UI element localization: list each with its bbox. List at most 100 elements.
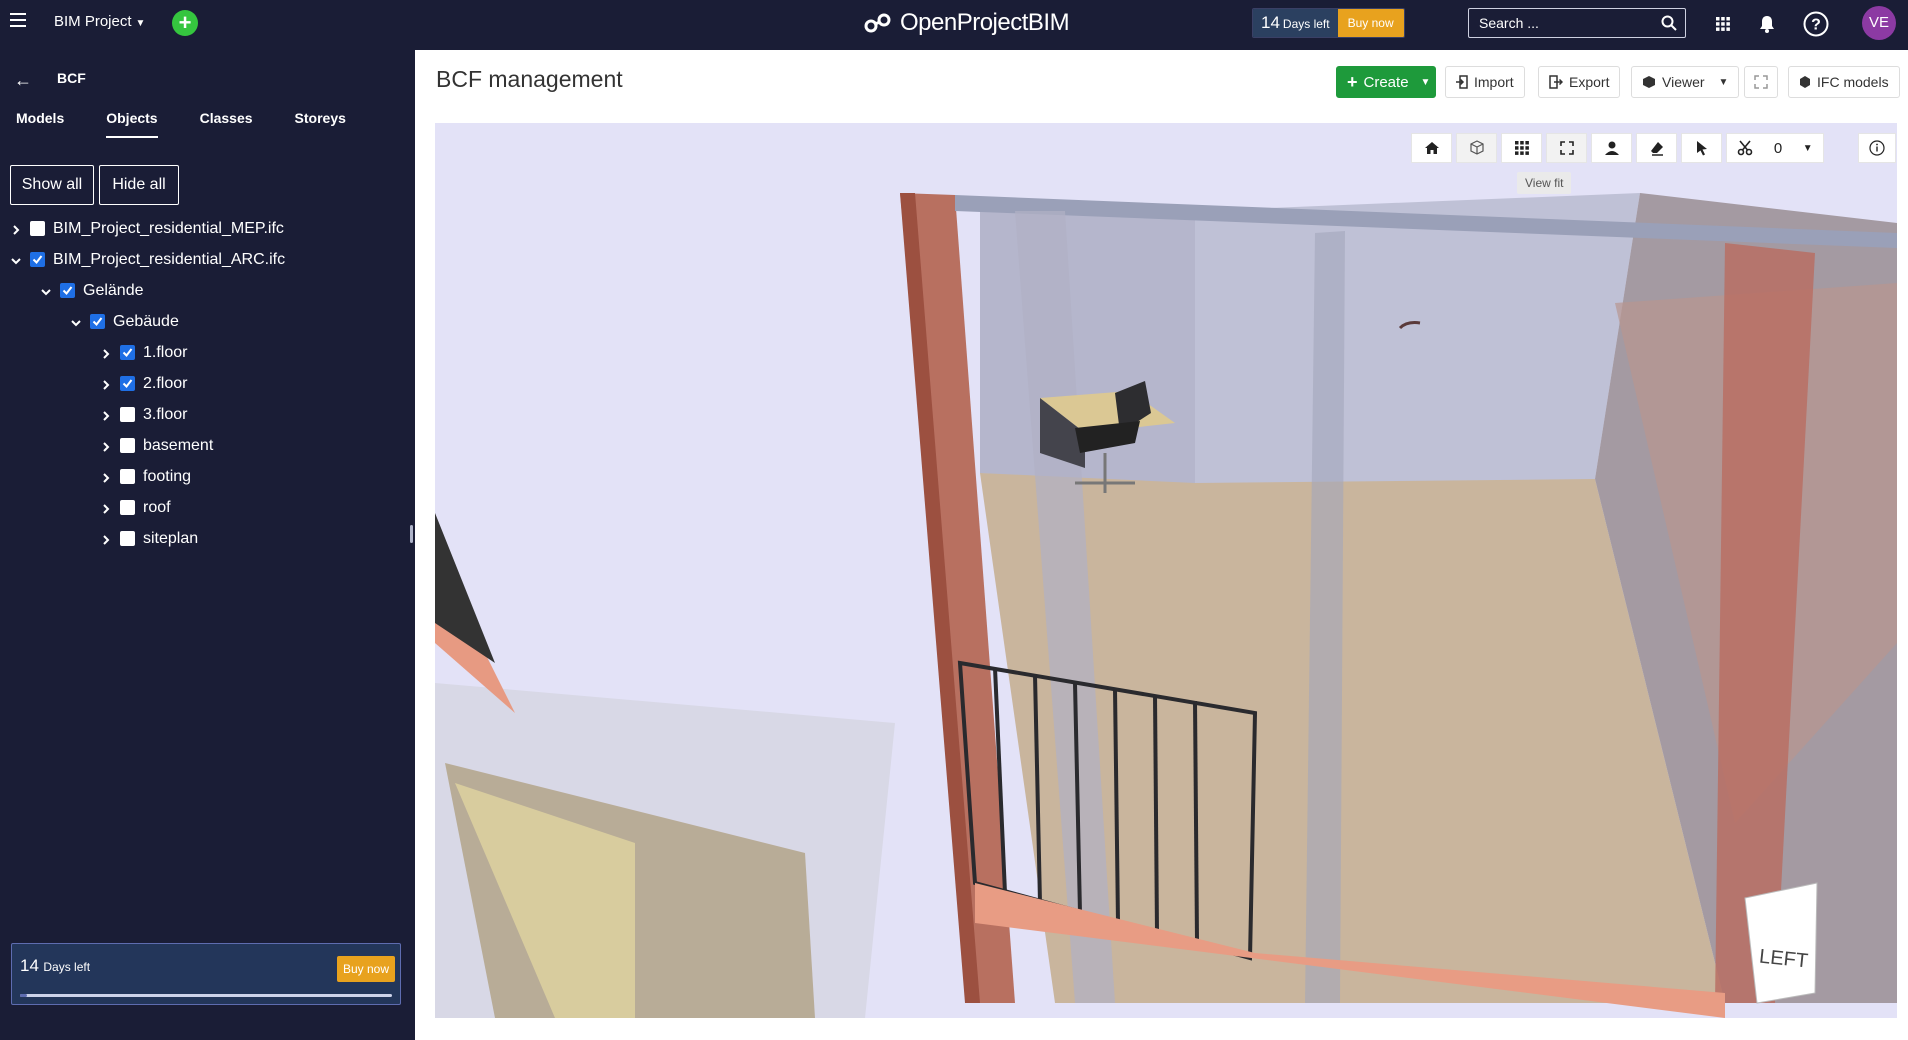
tree-item-checkbox[interactable] [120,438,135,453]
hide-all-button[interactable]: Hide all [99,165,179,205]
viewer-dropdown-button[interactable]: Viewer ▼ [1631,66,1740,98]
tree-item[interactable]: BIM_Project_residential_MEP.ifc [0,213,415,244]
trial-progress-fill [20,994,28,997]
trial-progress-bar [20,994,392,997]
create-label: Create [1363,73,1409,91]
tree-item-checkbox[interactable] [120,407,135,422]
tree-item-checkbox[interactable] [120,531,135,546]
sidebar-resize-handle[interactable] [410,525,413,543]
quick-add-button[interactable]: + [172,10,198,36]
tree-item[interactable]: footing [0,461,415,492]
tree-item-checkbox[interactable] [120,345,135,360]
tree-item[interactable]: 2.floor [0,368,415,399]
sidebar-tabs: Models Objects Classes Storeys [0,110,372,138]
create-button[interactable]: + Create ▼ [1336,66,1436,98]
svg-text:?: ? [1811,17,1821,34]
logo-icon [864,13,891,33]
trial-days-count: 14 [1261,13,1280,32]
export-icon [1549,75,1563,89]
import-button[interactable]: Import [1445,66,1525,98]
sidebar-title: BCF [57,70,86,86]
top-header: BIM Project ▼ + OpenProjectBIM 14 Days lef… [0,0,1908,50]
chevron-right-icon[interactable] [10,223,22,235]
tree-item-checkbox[interactable] [120,500,135,515]
tab-classes[interactable]: Classes [200,110,253,138]
grid-icon[interactable] [1501,133,1542,163]
tree-item-checkbox[interactable] [60,283,75,298]
ifc-models-icon [1800,76,1810,88]
tree-item[interactable]: 1.floor [0,337,415,368]
chevron-down-icon[interactable] [70,316,82,328]
bim-3d-viewer[interactable]: LEFT [435,123,1897,1018]
chevron-down-icon[interactable] [10,254,22,266]
tree-item-checkbox[interactable] [30,221,45,236]
tree-item[interactable]: roof [0,492,415,523]
section-scissors-icon [1737,140,1753,156]
show-all-button[interactable]: Show all [10,165,94,205]
tree-item-label: roof [143,498,171,516]
chevron-right-icon[interactable] [100,409,112,421]
perspective-cube-icon[interactable] [1456,133,1497,163]
buy-now-button[interactable]: Buy now [1337,9,1404,37]
tree-item-label: BIM_Project_residential_ARC.ifc [53,250,286,268]
tree-item[interactable]: BIM_Project_residential_ARC.ifc [0,244,415,275]
tree-item-checkbox[interactable] [30,252,45,267]
trial-days-label: Days left [1282,17,1330,31]
tree-item-checkbox[interactable] [120,469,135,484]
tree-item-label: 3.floor [143,405,188,423]
hamburger-menu-icon[interactable] [10,13,26,29]
ifc-models-label: IFC models [1817,74,1889,90]
tree-item-label: siteplan [143,529,199,547]
chevron-right-icon[interactable] [100,378,112,390]
tree-item[interactable]: 3.floor [0,399,415,430]
tree-item-checkbox[interactable] [120,376,135,391]
ifc-models-button[interactable]: IFC models [1788,66,1900,98]
sidebar-trial-days-label: Days left [43,960,91,974]
home-icon[interactable] [1411,133,1452,163]
chevron-right-icon[interactable] [100,471,112,483]
cube-icon [1643,76,1655,88]
sidebar-buy-now-button[interactable]: Buy now [337,956,396,982]
back-arrow-icon[interactable]: ← [14,70,32,91]
tab-storeys[interactable]: Storeys [295,110,346,138]
fit-view-icon[interactable] [1546,133,1587,163]
tree-item[interactable]: siteplan [0,523,415,554]
user-avatar[interactable]: VE [1862,6,1896,40]
select-pointer-icon[interactable] [1681,133,1722,163]
notifications-bell-icon[interactable] [1753,10,1781,38]
caret-down-icon[interactable]: ▼ [1803,143,1813,154]
search-box [1468,8,1686,38]
first-person-icon[interactable] [1591,133,1632,163]
modules-grid-icon[interactable] [1709,10,1737,38]
chevron-right-icon[interactable] [100,347,112,359]
chevron-right-icon[interactable] [100,502,112,514]
tree-item[interactable]: basement [0,430,415,461]
project-selector[interactable]: BIM Project ▼ [54,13,145,30]
tab-objects[interactable]: Objects [106,110,158,138]
tab-models[interactable]: Models [16,110,64,138]
info-icon[interactable] [1858,133,1896,163]
tree-item-checkbox[interactable] [90,314,105,329]
sidebar-trial-days-count: 14 [20,956,39,975]
section-tool[interactable]: 0 ▼ [1726,133,1824,163]
export-button[interactable]: Export [1538,66,1621,98]
app-logo[interactable]: OpenProjectBIM [862,8,1070,38]
eraser-icon[interactable] [1636,133,1677,163]
tooltip-view-fit: View fit [1517,172,1572,194]
fullscreen-icon [1754,75,1768,89]
viewer-info-toolbar [1858,133,1896,163]
chevron-right-icon[interactable] [100,533,112,545]
tree-item[interactable]: Gelände [0,275,415,306]
fullscreen-button[interactable] [1744,66,1778,98]
chevron-right-icon[interactable] [100,440,112,452]
help-icon[interactable]: ? [1802,10,1830,38]
search-icon[interactable] [1661,15,1677,31]
tree-item-label: 2.floor [143,374,188,392]
model-scene[interactable]: LEFT [435,123,1897,1018]
caret-down-icon: ▼ [1718,76,1729,88]
project-name: BIM Project [54,13,132,30]
sidebar: ← BCF Models Objects Classes Storeys Sho… [0,50,415,1040]
search-input[interactable] [1479,15,1649,31]
chevron-down-icon[interactable] [40,285,52,297]
tree-item[interactable]: Gebäude [0,306,415,337]
